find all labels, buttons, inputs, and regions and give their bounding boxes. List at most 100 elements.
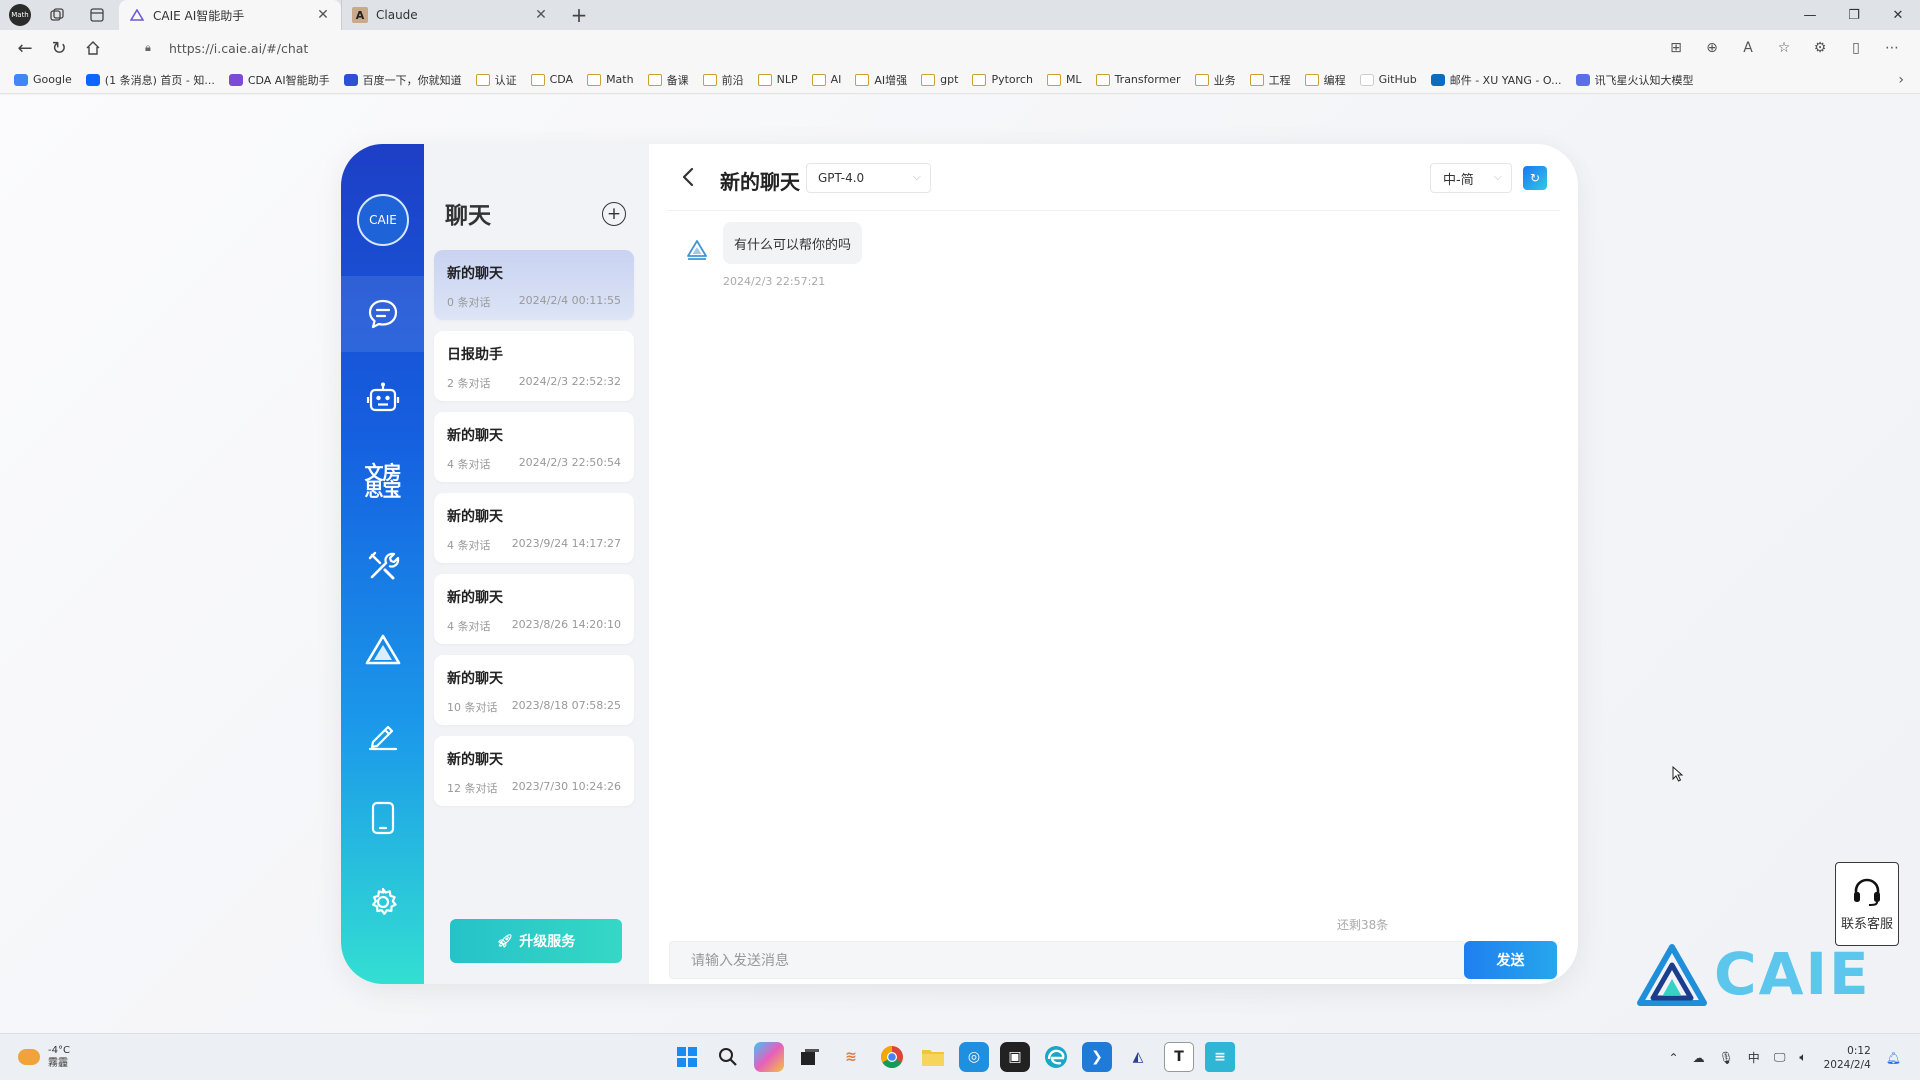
nav-settings[interactable] xyxy=(341,864,424,940)
bookmark-item[interactable]: 工程 xyxy=(1249,72,1291,88)
app-available-icon[interactable]: ⊞ xyxy=(1658,40,1694,56)
caie-logo-avatar[interactable]: CAIE xyxy=(357,194,409,246)
bookmark-label: Math xyxy=(606,73,634,86)
close-window-icon[interactable]: ✕ xyxy=(1876,0,1920,30)
chat-history-item[interactable]: 新的聊天 12 条对话 2023/7/30 10:24:26 xyxy=(434,736,634,806)
volume-icon[interactable]: 🔈︎ xyxy=(1799,1050,1806,1065)
bookmark-item[interactable]: Transformer xyxy=(1095,73,1181,86)
nav-wenfang[interactable]: 文房思宝 xyxy=(341,444,424,520)
bookmark-item[interactable]: AI增强 xyxy=(855,72,907,88)
notepad-icon[interactable]: ≡ xyxy=(1205,1042,1235,1072)
tab-caie[interactable]: CAIE AI智能助手 ✕ xyxy=(119,0,341,30)
vertical-tabs-icon[interactable] xyxy=(83,1,111,29)
bookmark-item[interactable]: 编程 xyxy=(1304,72,1346,88)
nav-robot[interactable] xyxy=(341,360,424,436)
app-icon[interactable]: ◭ xyxy=(1123,1042,1153,1072)
language-select[interactable]: 中-简 ⌵ xyxy=(1430,163,1512,193)
bookmark-item[interactable]: 备课 xyxy=(647,72,689,88)
nav-mobile[interactable] xyxy=(341,780,424,856)
nav-chat[interactable] xyxy=(341,276,424,352)
bookmark-item[interactable]: GitHub xyxy=(1359,73,1417,86)
mobile-icon xyxy=(371,801,394,835)
zoom-icon[interactable]: ⊕ xyxy=(1694,40,1730,56)
copilot-icon[interactable] xyxy=(754,1042,784,1072)
nav-write[interactable] xyxy=(341,696,424,772)
search-app-icon[interactable]: ◎ xyxy=(959,1042,989,1072)
refresh-chat-icon[interactable]: ↻ xyxy=(1523,166,1547,190)
nav-caie-model[interactable] xyxy=(341,612,424,688)
vscode-icon[interactable]: ❯ xyxy=(1082,1042,1112,1072)
chat-history-item[interactable]: 新的聊天 10 条对话 2023/8/18 07:58:25 xyxy=(434,655,634,725)
edge-browser-icon[interactable] xyxy=(1041,1042,1071,1072)
chat-history-item[interactable]: 新的聊天 4 条对话 2023/8/26 14:20:10 xyxy=(434,574,634,644)
profile-avatar[interactable]: Math xyxy=(9,4,31,26)
read-aloud-icon[interactable]: A xyxy=(1730,40,1766,56)
extensions-icon[interactable]: ⚙ xyxy=(1802,40,1838,56)
favorite-star-icon[interactable]: ☆ xyxy=(1766,40,1802,56)
home-icon[interactable] xyxy=(76,33,110,63)
onedrive-icon[interactable]: ☁ xyxy=(1693,1051,1705,1065)
ime-indicator[interactable]: 中 xyxy=(1748,1049,1760,1066)
chat-history-item[interactable]: 新的聊天 4 条对话 2024/2/3 22:50:54 xyxy=(434,412,634,482)
clock[interactable]: 0:12 2024/2/4 xyxy=(1824,1044,1871,1072)
more-menu-icon[interactable]: ⋯ xyxy=(1874,40,1910,56)
url-field[interactable]: 🔒︎ https://i.caie.ai/#/chat xyxy=(145,34,1625,62)
bookmark-item[interactable]: (1 条消息) 首页 - 知... xyxy=(85,72,215,88)
chrome-icon[interactable] xyxy=(877,1042,907,1072)
bookmark-item[interactable]: gpt xyxy=(921,73,958,86)
bookmark-item[interactable]: Google xyxy=(14,73,72,86)
model-select[interactable]: GPT-4.0 ⌵ xyxy=(806,163,931,193)
bookmark-item[interactable]: 前沿 xyxy=(702,72,744,88)
tray-overflow-icon[interactable]: ⌃ xyxy=(1669,1051,1679,1065)
chat-item-date: 2023/8/26 14:20:10 xyxy=(511,618,621,631)
typora-icon[interactable]: T xyxy=(1164,1042,1194,1072)
close-tab-icon[interactable]: ✕ xyxy=(315,7,331,23)
bookmark-item[interactable]: 讯飞星火认知大模型 xyxy=(1575,72,1694,88)
logo-text: CAIE xyxy=(369,213,397,227)
tools-app-icon[interactable]: ≋ xyxy=(836,1042,866,1072)
workspaces-icon[interactable] xyxy=(43,1,71,29)
close-tab-icon[interactable]: ✕ xyxy=(533,7,549,23)
refresh-icon[interactable]: ↻ xyxy=(42,33,76,63)
send-button[interactable]: 发送 xyxy=(1464,941,1557,979)
contact-support-button[interactable]: 联系客服 xyxy=(1835,862,1899,946)
chat-history-item[interactable]: 新的聊天 0 条对话 2024/2/4 00:11:55 xyxy=(434,250,634,320)
back-icon[interactable]: ← xyxy=(8,33,42,63)
split-screen-icon[interactable]: ▯ xyxy=(1838,40,1874,56)
bookmark-item[interactable]: CDA AI智能助手 xyxy=(228,72,330,88)
bookmark-item[interactable]: 业务 xyxy=(1194,72,1236,88)
new-tab-button[interactable]: + xyxy=(565,1,593,29)
bookmark-item[interactable]: Math xyxy=(587,73,634,86)
headset-icon xyxy=(1854,878,1880,906)
back-arrow-icon[interactable] xyxy=(681,166,695,194)
file-explorer-icon[interactable] xyxy=(918,1042,948,1072)
upgrade-service-button[interactable]: 🚀︎ 升级服务 xyxy=(450,919,622,963)
chat-history-item[interactable]: 新的聊天 4 条对话 2023/9/24 14:17:27 xyxy=(434,493,634,563)
new-chat-plus-icon[interactable]: + xyxy=(602,202,626,226)
restore-icon[interactable]: ❐ xyxy=(1832,0,1876,30)
minimize-icon[interactable]: — xyxy=(1788,0,1832,30)
tab-claude[interactable]: A Claude ✕ xyxy=(341,0,559,30)
bookmark-item[interactable]: CDA xyxy=(530,73,573,86)
microphone-icon[interactable]: 🎙︎ xyxy=(1719,1051,1734,1065)
bookmark-item[interactable]: Pytorch xyxy=(972,73,1033,86)
nav-tools[interactable] xyxy=(341,528,424,604)
bookmark-item[interactable]: ML xyxy=(1046,73,1082,86)
bookmark-item[interactable]: 百度一下，你就知道 xyxy=(343,72,462,88)
bookmark-item[interactable]: NLP xyxy=(757,73,798,86)
message-input[interactable]: 请输入发送消息 xyxy=(669,941,1465,979)
chat-history-item[interactable]: 日报助手 2 条对话 2024/2/3 22:52:32 xyxy=(434,331,634,401)
bookmark-item[interactable]: 邮件 - XU YANG - O... xyxy=(1430,72,1562,88)
bookmark-item[interactable]: 认证 xyxy=(475,72,517,88)
mouse-cursor-icon xyxy=(1672,765,1684,786)
bookmark-item[interactable]: AI xyxy=(811,73,841,86)
notification-bell-icon[interactable]: 🔔︎ xyxy=(1886,1051,1901,1065)
remaining-count: 还剩38条 xyxy=(1337,918,1389,932)
task-view-icon[interactable] xyxy=(795,1042,825,1072)
bookmarks-more-chevron-icon[interactable]: › xyxy=(1898,72,1904,88)
search-icon[interactable] xyxy=(713,1042,743,1072)
network-icon[interactable]: 🖵︎ xyxy=(1774,1050,1786,1065)
start-menu-icon[interactable] xyxy=(672,1042,702,1072)
dark-app-icon[interactable]: ▣ xyxy=(1000,1042,1030,1072)
weather-widget[interactable]: -4°C 霧霾 xyxy=(18,1044,70,1070)
